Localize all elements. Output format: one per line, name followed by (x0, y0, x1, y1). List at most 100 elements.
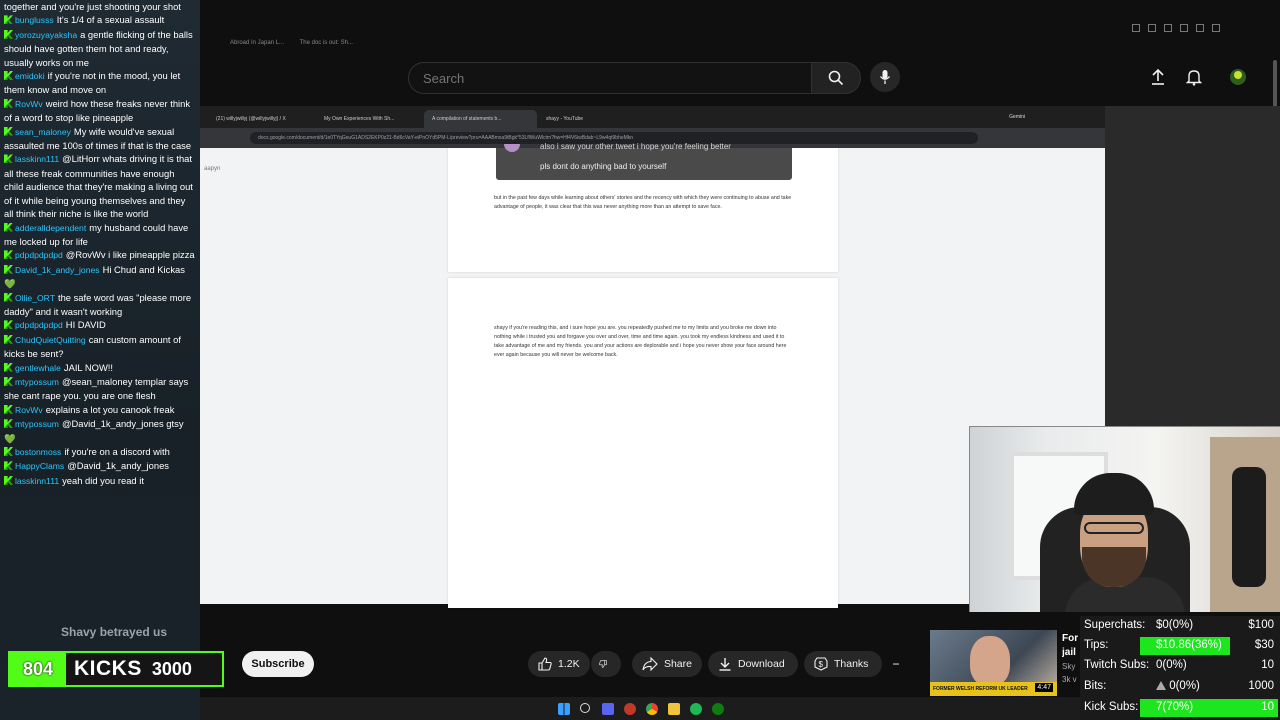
avatar-icon (1230, 69, 1246, 85)
chat-username[interactable]: Ollie_ORT (15, 293, 55, 303)
voice-search-button[interactable] (870, 62, 900, 92)
search-button[interactable] (811, 62, 861, 94)
kick-badge-icon (4, 222, 13, 232)
download-button[interactable]: Download (708, 651, 798, 677)
share-button[interactable]: Share (632, 651, 702, 677)
stat-bits: Bits: 0(0%) 1000 (1080, 677, 1280, 697)
inner-tab-active[interactable]: A compilation of statements b... (424, 110, 537, 128)
kick-badge-icon (4, 15, 13, 25)
chat-text: It's 1/4 of a sexual assault (56, 14, 165, 26)
stat-superchats: Superchats: $0(0%) $100 (1080, 616, 1280, 636)
app-icon[interactable] (624, 703, 636, 715)
more-actions-button[interactable] (886, 651, 912, 677)
subscribe-button[interactable]: Subscribe (242, 651, 314, 677)
chat-username[interactable]: lasskinn111 (15, 476, 59, 486)
chat-message: Ollie_ORT the safe word was "please more … (0, 291, 200, 319)
extension-icon[interactable] (1148, 24, 1156, 32)
kick-badge-icon (4, 126, 13, 136)
upload-button[interactable] (1147, 66, 1169, 88)
chat-username[interactable]: RovWv (15, 405, 43, 415)
chat-username[interactable]: sean_maloney (15, 127, 71, 137)
kick-badge-icon (4, 447, 13, 456)
stat-goal: $30 (1254, 639, 1274, 651)
document-paragraph: shayy if you're reading this, and i sure… (494, 325, 787, 358)
chat-username[interactable]: David_1k_andy_jones (15, 265, 100, 275)
chat-username[interactable]: gentlewhale (15, 363, 61, 373)
extension-icon[interactable] (1212, 24, 1220, 32)
chat-message: mtypossum @sean_maloney templar says she … (0, 375, 200, 403)
chat-username[interactable]: lasskinn111 (15, 154, 59, 164)
chat-text: @David_1k_andy_jones (67, 460, 169, 472)
inner-tab[interactable]: shayy - YouTube (538, 110, 646, 128)
search-input[interactable] (421, 70, 785, 87)
chat-text: HI DAVID (65, 319, 106, 331)
chat-message: yorozuyayaksha a gentle flicking of the b… (0, 28, 200, 69)
kick-badge-icon (4, 461, 13, 471)
kick-badge-icon (4, 250, 13, 260)
stat-label: Kick Subs: (1084, 701, 1139, 713)
chat-username[interactable]: yorozuyayaksha (15, 30, 77, 40)
file-explorer-icon[interactable] (668, 703, 680, 715)
kick-badge-icon (4, 98, 13, 108)
notifications-button[interactable] (1183, 66, 1205, 88)
chat-username[interactable]: ChudQuietQuitting (15, 335, 86, 345)
chat-username[interactable]: mtypossum (15, 377, 59, 387)
chat-panel: together and you're just shooting your s… (0, 0, 200, 720)
extension-icon[interactable] (1196, 24, 1204, 32)
thanks-label: Thanks (834, 658, 869, 670)
chat-message: RovWv weird how these freaks never think … (0, 97, 200, 125)
dm-line: also i saw your other tweet i hope you'r… (540, 142, 731, 151)
search-taskbar-icon[interactable] (580, 703, 590, 713)
stat-value: $10.86(36%) (1156, 639, 1222, 651)
discord-icon[interactable] (602, 703, 614, 715)
bookmark-item[interactable]: Abroad In Japan L... (230, 40, 284, 46)
extension-icon[interactable] (1132, 24, 1140, 32)
chat-username[interactable]: mtypossum (15, 419, 59, 429)
stat-label: Superchats: (1084, 619, 1146, 631)
chat-message: David_1k_andy_jones Hi Chud and Kickas 💚 (0, 263, 200, 291)
dm-line: pls dont do anything bad to yourself (540, 162, 667, 171)
chat-username[interactable]: emidoki (15, 71, 45, 81)
share-icon (642, 657, 658, 671)
kicks-count: 804 (10, 653, 66, 685)
youtube-topbar: Abroad In Japan L... The doc is out: Sh.… (200, 0, 1280, 100)
coat-shape (1232, 467, 1266, 587)
chrome-icon[interactable] (646, 703, 658, 715)
related-video-thumbnail[interactable]: FORMER WELSH REFORM UK LEADER 4:47 (930, 630, 1057, 696)
kicks-label: KICKS (74, 657, 142, 680)
spotify-icon[interactable] (690, 703, 702, 715)
search-box[interactable] (408, 62, 812, 94)
kick-badge-icon (4, 362, 13, 372)
chat-username[interactable]: pdpdpdpdpd (15, 250, 63, 260)
chat-username[interactable]: pdpdpdpdpd (15, 320, 63, 330)
like-button[interactable]: 1.2K (528, 651, 590, 677)
stat-label: Bits: (1084, 680, 1107, 692)
chat-username[interactable]: bostonmoss (15, 447, 61, 457)
microphone-icon (879, 70, 891, 84)
avatar[interactable] (1227, 66, 1249, 88)
chat-username[interactable]: bunglusss (15, 15, 54, 25)
dislike-button[interactable] (591, 651, 621, 677)
chat-username[interactable]: adderalldependent (15, 223, 86, 233)
share-label: Share (663, 658, 692, 670)
stat-label: Tips: (1084, 639, 1109, 651)
donation-stats-panel: Superchats: $0(0%) $100 Tips: $10.86(36%… (1080, 616, 1280, 720)
gemini-button[interactable]: Gemini (1009, 114, 1025, 120)
kick-badge-icon (4, 292, 13, 302)
chat-username[interactable]: HappyClams (15, 461, 64, 471)
extension-icon[interactable] (1164, 24, 1172, 32)
thumbs-down-icon (599, 660, 607, 668)
extension-icon[interactable] (1180, 24, 1188, 32)
stat-label: Twitch Subs: (1084, 659, 1150, 671)
inner-tab[interactable]: (21) willyjwillyj (@willyjwillyj) / X (208, 110, 316, 128)
thanks-button[interactable]: $ Thanks (804, 651, 882, 677)
stat-goal: $100 (1248, 619, 1274, 631)
bookmark-item[interactable]: The doc is out: Sh... (300, 40, 353, 46)
chat-username[interactable]: RovWv (15, 99, 43, 109)
inner-tab[interactable]: My Own Experiences With Sh... (316, 110, 424, 128)
stat-kick-subs: Kick Subs: 7(70%) 10 (1080, 698, 1280, 718)
xbox-icon[interactable] (712, 703, 724, 715)
windows-start-icon[interactable] (558, 703, 570, 715)
stat-goal: 1000 (1248, 680, 1274, 692)
document-outline[interactable]: aapyn (204, 166, 220, 172)
